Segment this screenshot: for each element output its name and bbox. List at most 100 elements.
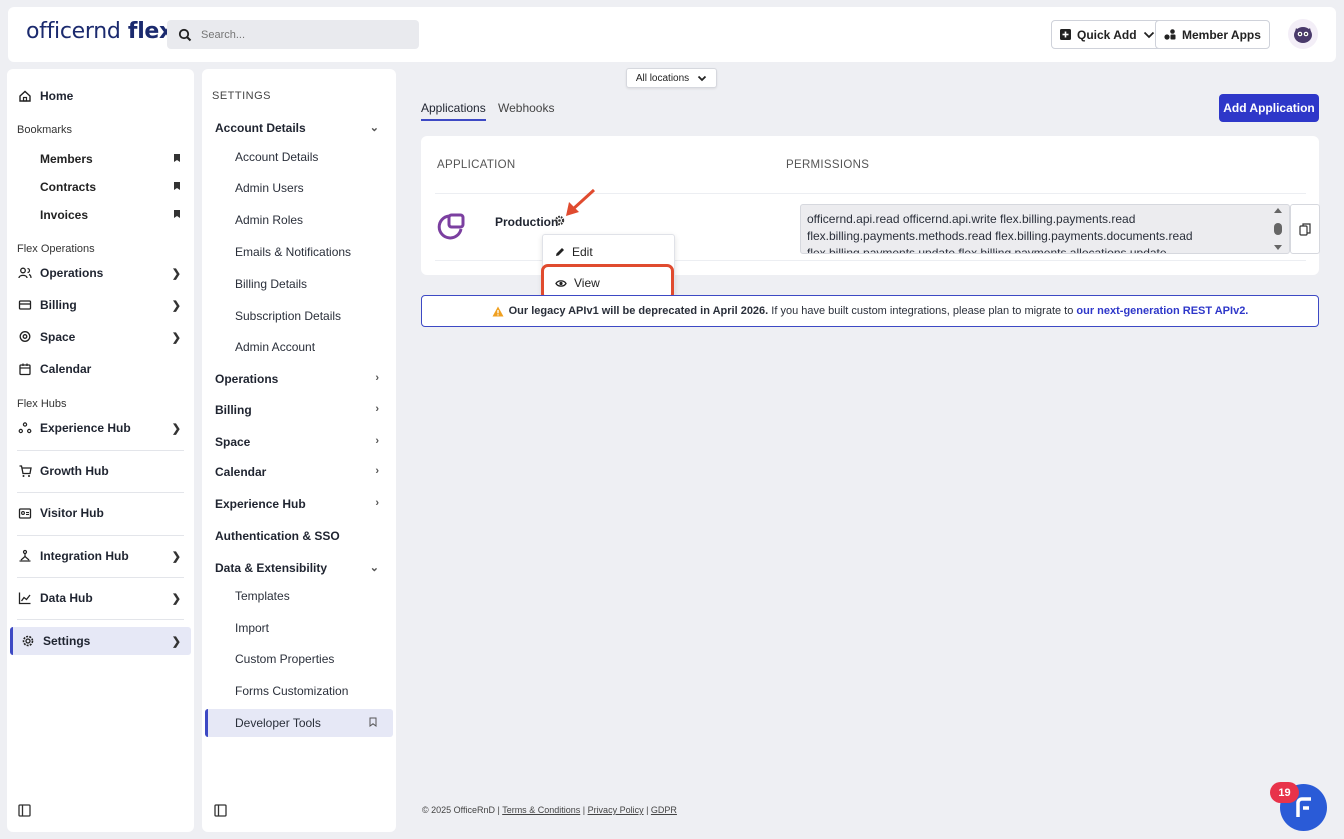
settings-item-label: Experience Hub: [215, 497, 306, 511]
nav-settings[interactable]: Settings ❯: [10, 627, 191, 655]
gdpr-link[interactable]: GDPR: [651, 805, 677, 815]
permissions-scrollbar[interactable]: [1271, 206, 1285, 252]
settings-sub-admin-roles[interactable]: Admin Roles: [235, 213, 303, 227]
nav-billing[interactable]: Billing ❯: [10, 291, 191, 319]
nav-growth-hub[interactable]: Growth Hub: [10, 457, 191, 485]
copy-button[interactable]: [1290, 204, 1320, 254]
menu-item-label: Edit: [572, 245, 593, 259]
column-header-application: APPLICATION: [437, 159, 516, 171]
menu-item-edit[interactable]: Edit: [543, 238, 676, 266]
pencil-icon: [555, 247, 565, 257]
settings-sub-developer-tools[interactable]: Developer Tools: [235, 716, 321, 730]
nav-visitor-hub[interactable]: Visitor Hub: [10, 499, 191, 527]
settings-sub-admin-account[interactable]: Admin Account: [235, 340, 315, 354]
nav-experience-hub[interactable]: Experience Hub ❯: [10, 414, 191, 442]
nav-home[interactable]: Home: [10, 82, 191, 110]
apps-icon: [1164, 29, 1176, 40]
chevron-right-icon: ❯: [171, 268, 181, 280]
location-selector[interactable]: All locations: [626, 68, 717, 88]
search-input[interactable]: [201, 28, 401, 41]
tab-webhooks[interactable]: Webhooks: [498, 101, 554, 115]
settings-sub-billing-details[interactable]: Billing Details: [235, 277, 307, 291]
settings-data-extensibility[interactable]: Data & Extensibility ⌄: [215, 561, 385, 575]
search-box[interactable]: [167, 20, 419, 49]
settings-sub-templates[interactable]: Templates: [235, 589, 290, 603]
settings-account-details[interactable]: Account Details ⌄: [215, 121, 385, 135]
divider: [17, 577, 184, 578]
member-apps-button[interactable]: Member Apps: [1155, 20, 1270, 49]
plus-square-icon: [1060, 29, 1071, 40]
bookmark-icon[interactable]: [369, 717, 377, 727]
app-logo-icon: [437, 213, 465, 240]
bookmark-invoices[interactable]: Invoices: [40, 208, 180, 222]
nav-calendar[interactable]: Calendar: [10, 355, 191, 383]
settings-item-label: Operations: [215, 372, 279, 386]
terms-link[interactable]: Terms & Conditions: [502, 805, 580, 815]
bookmark-contracts[interactable]: Contracts: [40, 180, 180, 194]
avatar-icon: [1294, 27, 1312, 43]
settings-sub-admin-users[interactable]: Admin Users: [235, 181, 304, 195]
bookmark-icon: [174, 154, 180, 162]
settings-sub-custom-properties[interactable]: Custom Properties: [235, 652, 334, 666]
settings-item-label: Data & Extensibility: [215, 561, 328, 575]
top-bar: officernd flex Quick Add Member Apps: [8, 7, 1336, 62]
nav-experience-hub-label: Experience Hub: [40, 421, 131, 435]
settings-space[interactable]: Space ›: [215, 435, 385, 449]
annotation-arrow-icon: [566, 188, 596, 216]
settings-sub-subscription[interactable]: Subscription Details: [235, 309, 341, 323]
nav-integration-hub[interactable]: Integration Hub ❯: [10, 542, 191, 570]
deprecation-notice: Our legacy APIv1 will be deprecated in A…: [421, 295, 1319, 327]
apiv2-link[interactable]: our next-generation REST APIv2.: [1076, 305, 1248, 317]
badge-icon: [18, 506, 32, 520]
footer: © 2025 OfficeRnD | Terms & Conditions | …: [422, 805, 677, 815]
settings-heading: SETTINGS: [212, 90, 272, 102]
user-avatar[interactable]: [1288, 19, 1318, 49]
settings-sub-forms[interactable]: Forms Customization: [235, 684, 348, 698]
nav-operations[interactable]: Operations ❯: [10, 259, 191, 287]
settings-item-label: Calendar: [215, 465, 267, 479]
add-application-button[interactable]: Add Application: [1219, 94, 1319, 122]
quick-add-label: Quick Add: [1077, 27, 1137, 42]
column-header-permissions: PERMISSIONS: [786, 159, 870, 171]
nav-data-hub-label: Data Hub: [40, 591, 93, 605]
settings-sub-import[interactable]: Import: [235, 621, 269, 635]
settings-sub-emails[interactable]: Emails & Notifications: [235, 245, 351, 259]
nav-space[interactable]: Space ❯: [10, 323, 191, 351]
brand-logo[interactable]: officernd flex: [26, 19, 173, 44]
settings-item-label: Authentication & SSO: [215, 529, 340, 543]
member-apps-label: Member Apps: [1182, 27, 1261, 42]
main-sidebar: Home Bookmarks Members Contracts Invoice…: [7, 69, 194, 832]
chevron-right-icon: ›: [375, 497, 379, 509]
settings-billing[interactable]: Billing ›: [215, 403, 385, 417]
cart-icon: [18, 464, 32, 478]
tab-applications[interactable]: Applications: [421, 101, 486, 121]
quick-add-button[interactable]: Quick Add: [1051, 20, 1164, 49]
divider: [17, 619, 184, 620]
bookmark-label: Members: [40, 152, 93, 166]
community-icon: [18, 421, 32, 435]
chevron-down-icon: [698, 75, 707, 81]
flex-hubs-title: Flex Hubs: [17, 398, 67, 410]
flex-operations-title: Flex Operations: [17, 243, 95, 255]
bookmark-members[interactable]: Members: [40, 152, 180, 166]
divider: [17, 492, 184, 493]
collapse-settings-icon[interactable]: [214, 804, 227, 817]
permissions-text[interactable]: officernd.api.read officernd.api.write f…: [800, 204, 1290, 254]
nav-home-label: Home: [40, 89, 74, 103]
chevron-right-icon: ›: [375, 465, 379, 477]
privacy-link[interactable]: Privacy Policy: [588, 805, 644, 815]
settings-operations[interactable]: Operations ›: [215, 372, 385, 386]
settings-calendar[interactable]: Calendar ›: [215, 465, 385, 479]
collapse-sidebar-icon[interactable]: [18, 804, 31, 817]
nav-billing-label: Billing: [40, 298, 77, 312]
users-icon: [18, 266, 32, 280]
settings-auth-sso[interactable]: Authentication & SSO: [215, 529, 385, 543]
integration-icon: [18, 549, 32, 563]
chevron-right-icon: ❯: [171, 636, 181, 648]
settings-experience-hub[interactable]: Experience Hub ›: [215, 497, 385, 511]
app-name[interactable]: Production: [495, 215, 558, 229]
nav-data-hub[interactable]: Data Hub ❯: [10, 584, 191, 612]
chevron-down-icon: ⌄: [369, 562, 379, 574]
chevron-down-icon: ⌄: [369, 122, 379, 134]
settings-sub-account-details[interactable]: Account Details: [235, 150, 318, 164]
